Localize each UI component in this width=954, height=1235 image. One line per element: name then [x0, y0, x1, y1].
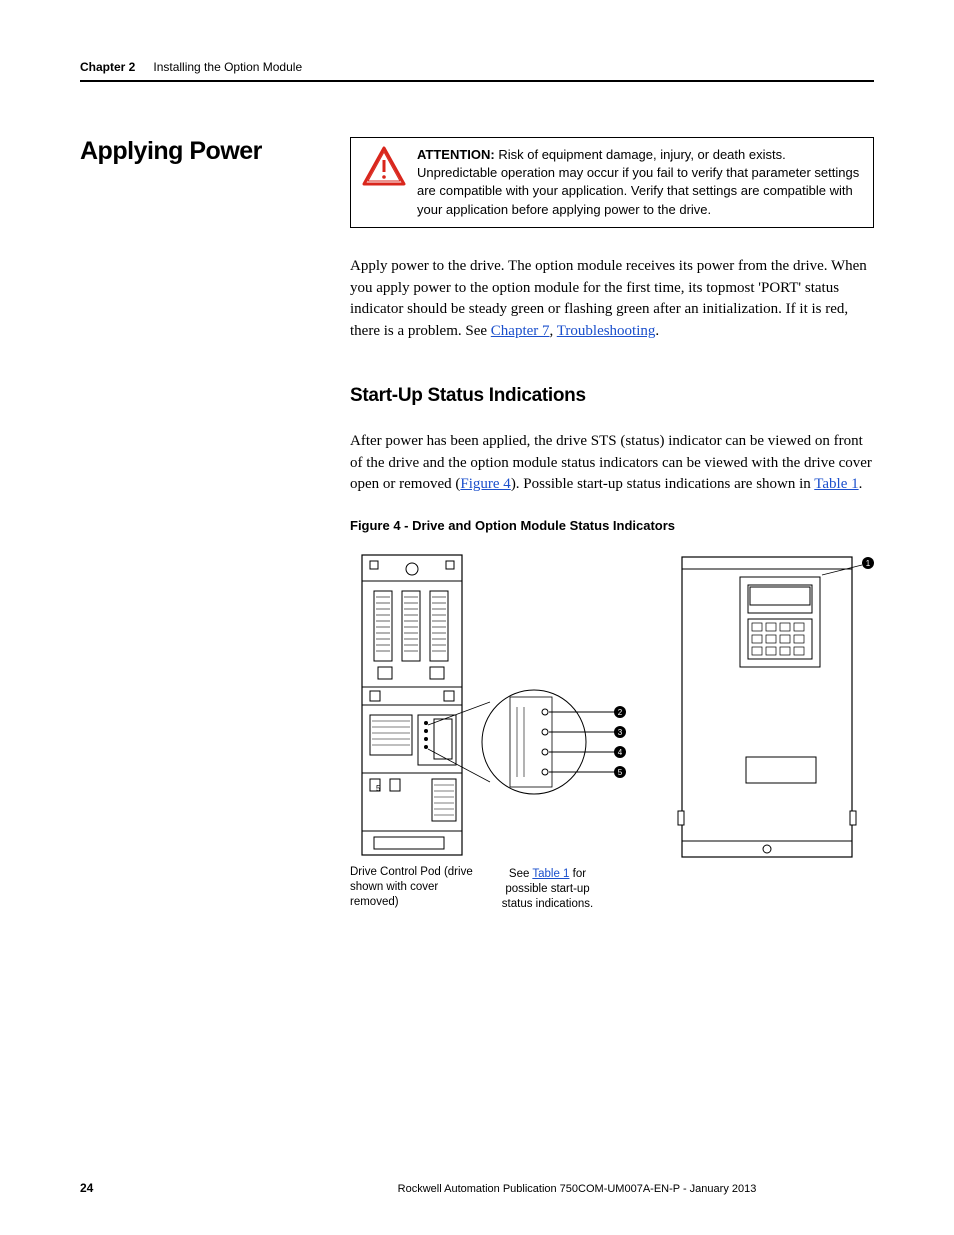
right-column: ATTENTION: Risk of equipment damage, inj…: [350, 137, 874, 947]
link-table-1[interactable]: Table 1: [814, 476, 858, 492]
page-footer: 24 Rockwell Automation Publication 750CO…: [80, 1181, 874, 1195]
link-troubleshooting[interactable]: Troubleshooting: [557, 323, 656, 339]
callout-2-icon: 2: [614, 706, 626, 718]
callout-5-icon: 5: [614, 766, 626, 778]
header-title: Installing the Option Module: [153, 60, 302, 74]
left-column: Applying Power: [80, 137, 350, 947]
para2-text-post: .: [859, 476, 863, 492]
attention-box: ATTENTION: Risk of equipment damage, inj…: [350, 137, 874, 228]
svg-text:1: 1: [866, 559, 871, 568]
para2-text-mid: ). Possible start-up status indications …: [511, 476, 814, 492]
figure-note: See Table 1 for possible start-up status…: [490, 867, 605, 912]
drive-front-icon: [678, 557, 856, 857]
page: Chapter 2 Installing the Option Module A…: [0, 0, 954, 1235]
paragraph-1: Apply power to the drive. The option mod…: [350, 256, 874, 343]
callout-3-icon: 3: [614, 726, 626, 738]
svg-text:5: 5: [618, 768, 623, 777]
callout-1-icon: 1: [862, 557, 874, 569]
callout-4-icon: 4: [614, 746, 626, 758]
figure-caption: Figure 4 - Drive and Option Module Statu…: [350, 518, 874, 533]
header-chapter: Chapter 2: [80, 60, 135, 74]
link-table-1-figure[interactable]: Table 1: [532, 868, 569, 880]
link-chapter-7[interactable]: Chapter 7: [491, 323, 550, 339]
attention-label: ATTENTION:: [417, 147, 495, 162]
warning-triangle-icon: [362, 146, 406, 186]
para1-text-mid: ,: [550, 323, 557, 339]
svg-text:3: 3: [618, 728, 623, 737]
page-header: Chapter 2 Installing the Option Module: [80, 60, 874, 82]
page-number: 24: [80, 1181, 280, 1195]
svg-text:4: 4: [618, 748, 623, 757]
content-row: Applying Power ATTENTION: Risk of equipm…: [80, 137, 874, 947]
svg-text:2: 2: [618, 708, 623, 717]
para1-text-post: .: [655, 323, 659, 339]
drive-control-pod-icon: 5: [362, 555, 462, 855]
link-figure-4[interactable]: Figure 4: [460, 476, 510, 492]
pod-caption: Drive Control Pod (drive shown with cove…: [350, 865, 480, 910]
attention-text: ATTENTION: Risk of equipment damage, inj…: [417, 138, 873, 227]
paragraph-2: After power has been applied, the drive …: [350, 431, 874, 496]
subsection-heading: Start-Up Status Indications: [350, 385, 874, 407]
section-heading: Applying Power: [80, 137, 350, 166]
attention-icon-cell: [351, 138, 417, 227]
figure-note-pre: See: [509, 868, 532, 880]
figure-area: 5: [350, 547, 874, 947]
publication-info: Rockwell Automation Publication 750COM-U…: [280, 1183, 874, 1195]
